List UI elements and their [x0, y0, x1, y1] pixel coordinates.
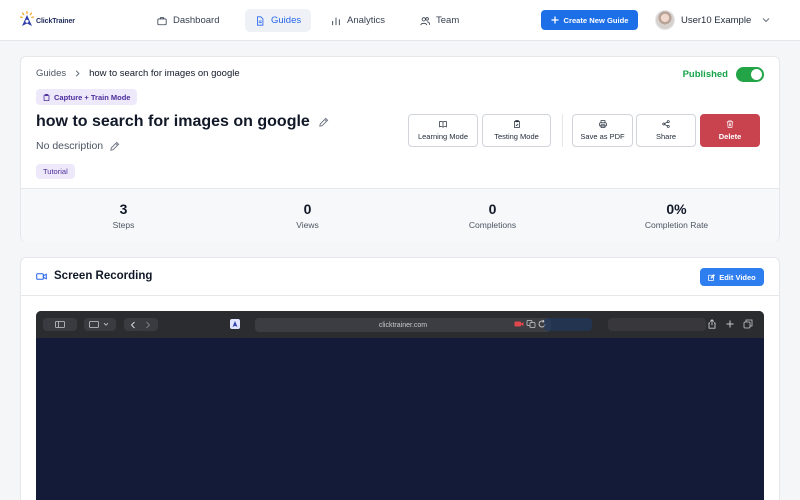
delete-label: Delete [718, 132, 742, 141]
browser-tab[interactable] [608, 318, 706, 331]
breadcrumb-current: how to search for images on google [89, 68, 240, 79]
guide-stats: 3 Steps 0 Views 0 Completions 0% Complet… [21, 188, 779, 242]
document-icon [257, 15, 264, 26]
stat-completion-rate-value: 0% [666, 201, 687, 217]
delete-button[interactable]: Delete [700, 114, 760, 147]
guide-description-text: No description [36, 140, 104, 152]
app-name: ClickTrainer [36, 18, 75, 25]
video-player[interactable]: clicktrainer.com [36, 311, 764, 500]
sidebar-icon [55, 321, 65, 328]
testing-mode-button[interactable]: Testing Mode [482, 114, 551, 147]
chevron-down-icon [762, 18, 770, 23]
sidebar-toggle[interactable] [43, 318, 77, 331]
learning-mode-button[interactable]: Learning Mode [408, 114, 478, 147]
stat-completions-value: 0 [488, 201, 497, 217]
publish-status-label: Published [682, 69, 728, 80]
user-name: User10 Example [681, 14, 752, 26]
guide-title-text: how to search for images on google [36, 113, 310, 130]
screen-recording-title: Screen Recording [36, 270, 152, 282]
share-icon [662, 120, 670, 128]
create-new-guide-button[interactable]: Create New Guide [541, 10, 638, 30]
screen-recording-card: Screen Recording Edit Video clicktrainer… [20, 257, 780, 500]
stat-completions-label: Completions [468, 220, 517, 230]
browser-toolbar: clicktrainer.com [36, 311, 764, 338]
share-icon[interactable] [707, 319, 717, 329]
guide-description: No description [36, 140, 120, 152]
translate-icon[interactable] [526, 319, 536, 329]
actions-divider [562, 114, 563, 147]
nav-team-label: Team [436, 15, 460, 26]
tab-overview-button[interactable] [84, 318, 116, 331]
trash-icon [726, 120, 734, 128]
top-navigation: ClickTrainer Dashboard Guides Analytics … [0, 0, 800, 41]
camera-record-icon[interactable] [514, 319, 524, 329]
stat-completions: 0 Completions [398, 201, 587, 230]
guide-title: how to search for images on google [36, 113, 329, 131]
avatar [655, 10, 675, 30]
share-label: Share [655, 132, 676, 141]
save-as-pdf-label: Save as PDF [580, 132, 625, 141]
save-as-pdf-button[interactable]: Save as PDF [572, 114, 633, 147]
pencil-icon[interactable] [109, 141, 120, 152]
browser-tab-active[interactable] [544, 318, 592, 331]
pencil-icon[interactable] [318, 117, 329, 128]
bar-chart-icon [332, 17, 340, 25]
edit-video-button[interactable]: Edit Video [700, 268, 764, 286]
stat-views-label: Views [296, 220, 319, 230]
publish-status: Published [683, 67, 764, 82]
mode-badge: Capture + Train Mode [36, 89, 138, 105]
screen-recording-header: Screen Recording Edit Video [21, 258, 779, 296]
stat-views-value: 0 [303, 201, 312, 217]
tab-overview-icon[interactable] [743, 319, 753, 329]
nav-team[interactable]: Team [410, 9, 469, 32]
testing-mode-label: Testing Mode [494, 132, 539, 141]
briefcase-icon [157, 16, 167, 25]
nav-dashboard-label: Dashboard [173, 15, 220, 26]
plus-icon[interactable] [725, 319, 735, 329]
chevron-right-icon [75, 70, 80, 77]
tabs-icon [89, 321, 109, 328]
breadcrumb: Guides how to search for images on googl… [36, 68, 240, 79]
nav-analytics-label: Analytics [347, 15, 386, 26]
user-menu[interactable]: User10 Example [655, 10, 771, 30]
book-open-icon [439, 120, 447, 128]
video-camera-icon [36, 272, 47, 280]
publish-toggle[interactable] [736, 67, 764, 82]
guide-details-card: Guides how to search for images on googl… [20, 56, 780, 242]
screen-recording-title-text: Screen Recording [54, 270, 153, 282]
stat-views: 0 Views [213, 201, 402, 230]
nav-guides[interactable]: Guides [245, 9, 312, 32]
guide-tag[interactable]: Tutorial [36, 164, 75, 179]
app-logo[interactable]: ClickTrainer [20, 11, 75, 27]
nav-dashboard[interactable]: Dashboard [147, 9, 229, 32]
edit-video-label: Edit Video [719, 272, 756, 282]
extension-icon[interactable] [230, 319, 240, 329]
nav-analytics[interactable]: Analytics [321, 9, 395, 32]
chevron-left-icon[interactable] [129, 321, 137, 329]
back-forward-buttons[interactable] [124, 318, 158, 331]
stat-steps-value: 3 [119, 201, 128, 217]
nav-guides-label: Guides [271, 15, 302, 26]
address-bar[interactable]: clicktrainer.com [255, 318, 551, 332]
edit-icon [708, 273, 716, 281]
plus-icon [551, 16, 558, 24]
printer-icon [598, 120, 607, 128]
users-icon [420, 16, 430, 25]
clicktrainer-logo-icon [20, 11, 34, 26]
create-new-guide-label: Create New Guide [563, 15, 629, 25]
mode-badge-label: Capture + Train Mode [54, 92, 131, 102]
stat-steps-label: Steps [112, 220, 135, 230]
clipboard-check-icon [513, 120, 520, 128]
stat-completion-rate: 0% Completion Rate [582, 201, 771, 230]
learning-mode-label: Learning Mode [417, 132, 469, 141]
chevron-right-icon[interactable] [144, 321, 152, 329]
share-button[interactable]: Share [636, 114, 696, 147]
clipboard-icon [43, 93, 50, 101]
address-bar-url: clicktrainer.com [378, 321, 428, 329]
breadcrumb-guides-link[interactable]: Guides [36, 68, 66, 79]
stat-steps: 3 Steps [29, 201, 218, 230]
stat-completion-rate-label: Completion Rate [644, 220, 709, 230]
